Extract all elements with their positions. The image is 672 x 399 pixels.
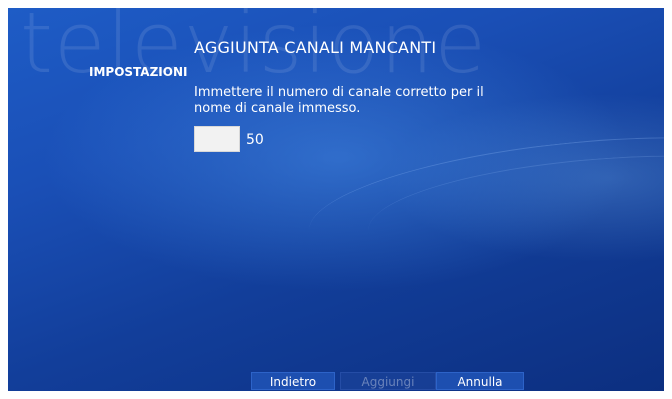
cancel-button[interactable]: Annulla [436, 372, 524, 390]
add-button: Aggiungi [340, 372, 436, 390]
instruction-text: Immettere il numero di canale corretto p… [194, 85, 484, 116]
channel-number-input[interactable] [194, 126, 240, 152]
page-title: AGGIUNTA CANALI MANCANTI [194, 38, 437, 57]
back-button[interactable]: Indietro [251, 372, 335, 390]
section-label: IMPOSTAZIONI [89, 65, 188, 79]
channel-name-label: 50 [246, 132, 264, 148]
media-center-screen: televisione IMPOSTAZIONI AGGIUNTA CANALI… [8, 8, 664, 391]
